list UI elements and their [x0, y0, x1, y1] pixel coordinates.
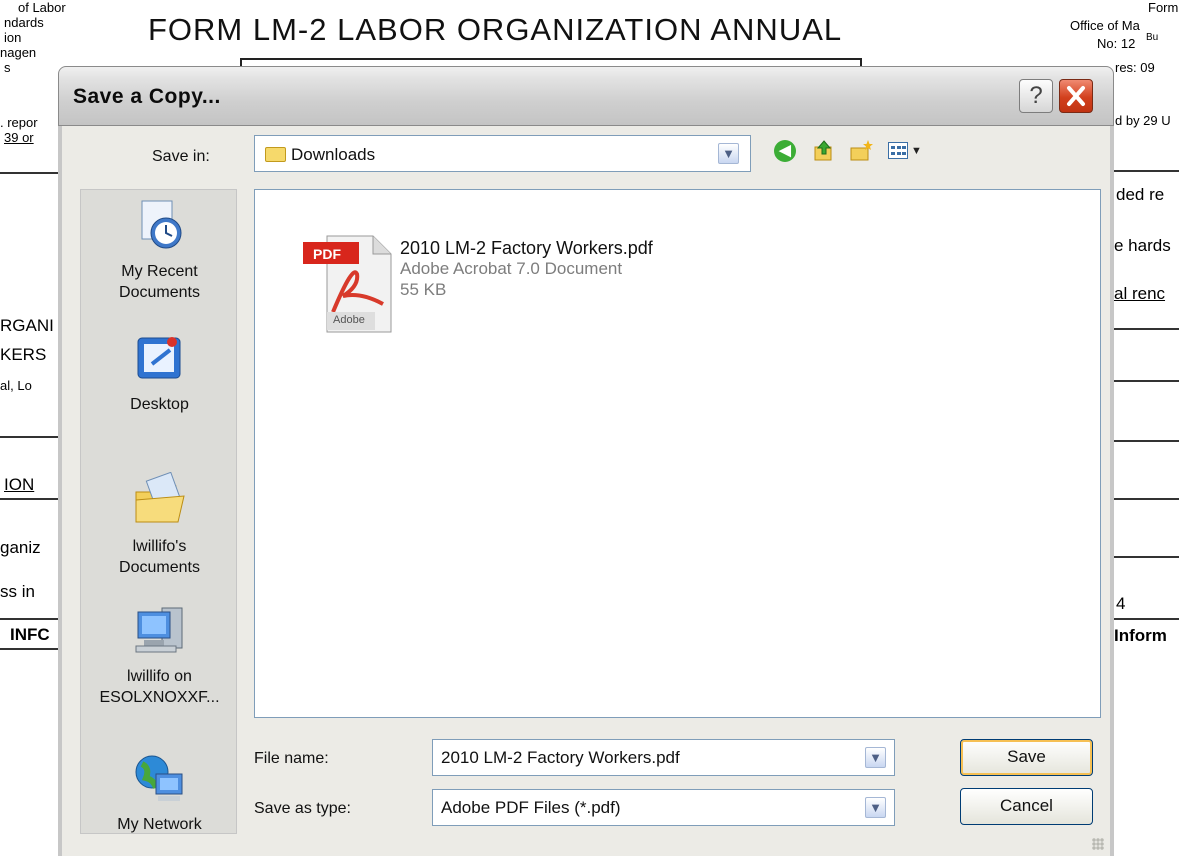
dialog-body: Save in: Downloads ▼ ◀ ▼ My Recent Docum… [58, 126, 1114, 856]
recent-documents-icon [132, 197, 188, 253]
dialog-title: Save a Copy... [73, 85, 221, 108]
file-item[interactable]: PDF Adobe 2010 LM-2 Factory Workers.pdf … [303, 226, 723, 346]
desktop-icon [132, 330, 188, 386]
bg-left-12: ss in [0, 582, 35, 601]
place-desktop[interactable]: Desktop [81, 330, 238, 415]
file-size: 55 KB [400, 280, 447, 299]
close-button[interactable] [1059, 79, 1093, 113]
bg-rule [0, 172, 58, 174]
bg-left-1: ndards [4, 15, 44, 30]
file-name: 2010 LM-2 Factory Workers.pdf [400, 238, 653, 258]
chevron-down-icon[interactable]: ▼ [865, 747, 886, 768]
views-menu-icon[interactable]: ▼ [888, 139, 926, 163]
bg-left-2: ion [4, 30, 22, 45]
bg-left-5: . repor [0, 115, 38, 130]
file-name-label: File name: [254, 750, 329, 767]
folder-icon [265, 147, 286, 162]
close-icon [1067, 86, 1085, 106]
place-label: My Network [117, 816, 202, 833]
bg-right-7: e hards [1114, 236, 1171, 255]
my-computer-icon [132, 602, 188, 658]
file-list[interactable]: PDF Adobe 2010 LM-2 Factory Workers.pdf … [254, 189, 1101, 718]
save-in-value: Downloads [291, 145, 376, 164]
bg-rule [1114, 440, 1179, 442]
up-folder-icon[interactable] [812, 139, 836, 163]
bg-left-13: INFC [10, 625, 50, 644]
pdf-file-icon: PDF Adobe [303, 234, 393, 334]
dialog-title-bar[interactable]: Save a Copy... ? [58, 66, 1114, 126]
save-as-type-dropdown[interactable]: Adobe PDF Files (*.pdf) ▼ [432, 789, 895, 826]
bg-rule [1114, 618, 1179, 620]
my-documents-icon [132, 471, 188, 528]
help-button[interactable]: ? [1019, 79, 1053, 113]
place-my-computer[interactable]: lwillifo on ESOLXNOXXF... [81, 602, 238, 708]
place-label: lwillifo's Documents [119, 538, 200, 576]
chevron-down-icon[interactable]: ▼ [718, 143, 739, 164]
chevron-down-icon[interactable]: ▼ [865, 797, 886, 818]
bg-rule [1114, 556, 1179, 558]
bg-rule [0, 436, 58, 438]
form-title: FORM LM-2 LABOR ORGANIZATION ANNUAL [148, 12, 843, 47]
bg-left-10: ION [4, 475, 35, 494]
places-bar: My Recent Documents Desktop lwillifo's D… [80, 189, 237, 834]
back-icon[interactable]: ◀ [774, 140, 796, 162]
bg-left-7: RGANI [0, 316, 54, 335]
bg-left-3: nagen [0, 45, 37, 60]
bg-right-9: 4 [1116, 594, 1126, 613]
save-in-label: Save in: [152, 148, 210, 165]
place-label: My Recent Documents [119, 263, 200, 301]
bg-right-5: d by 29 U [1115, 113, 1171, 128]
network-icon [132, 750, 188, 806]
file-name-field[interactable]: 2010 LM-2 Factory Workers.pdf ▼ [432, 739, 895, 776]
bg-right-3: Bu [1146, 32, 1159, 43]
place-label: lwillifo on ESOLXNOXXF... [99, 668, 220, 706]
save-button[interactable]: Save [960, 739, 1093, 776]
bg-rule [0, 618, 58, 620]
file-name-value[interactable]: 2010 LM-2 Factory Workers.pdf [441, 748, 680, 768]
bg-right-6: ded re [1116, 185, 1165, 204]
bg-rule [1114, 328, 1179, 330]
bg-rule [1114, 380, 1179, 382]
cancel-button[interactable]: Cancel [960, 788, 1093, 825]
bg-rule [1114, 498, 1179, 500]
place-my-network[interactable]: My Network [81, 750, 238, 835]
new-folder-icon[interactable] [849, 139, 873, 163]
bg-right-1: Office of Ma [1070, 18, 1140, 33]
bg-left-11: ganiz [0, 538, 41, 557]
bg-right-10: Inform [1114, 626, 1167, 645]
bg-right-8: al renc [1114, 284, 1166, 303]
bg-left-4: s [4, 60, 11, 75]
save-as-type-value: Adobe PDF Files (*.pdf) [441, 798, 621, 817]
bg-right-2: No: 12 [1097, 36, 1136, 51]
bg-right-4: res: 09 [1115, 60, 1155, 75]
bg-rule [0, 498, 58, 500]
bg-rule [1114, 170, 1179, 172]
place-my-documents[interactable]: lwillifo's Documents [81, 471, 238, 578]
place-my-recent-documents[interactable]: My Recent Documents [81, 197, 238, 303]
save-in-dropdown[interactable]: Downloads ▼ [254, 135, 751, 172]
bg-left-9: al, Lo [0, 378, 32, 393]
save-as-type-label: Save as type: [254, 800, 351, 817]
pdf-badge-text: PDF [313, 246, 341, 262]
bg-left-8: KERS [0, 345, 47, 364]
save-a-copy-dialog: Save a Copy... ? Save in: Downloads ▼ ◀ … [58, 66, 1114, 856]
resize-grip-icon[interactable] [1092, 838, 1104, 850]
place-label: Desktop [130, 396, 189, 413]
adobe-brand-text: Adobe [333, 314, 365, 326]
help-icon: ? [1029, 82, 1043, 109]
bg-left-0: of Labor [18, 0, 66, 15]
bg-rule [0, 648, 58, 650]
bg-right-0: Form [1148, 0, 1179, 15]
file-type: Adobe Acrobat 7.0 Document [400, 259, 623, 278]
bg-left-6: 39 or [4, 130, 34, 145]
